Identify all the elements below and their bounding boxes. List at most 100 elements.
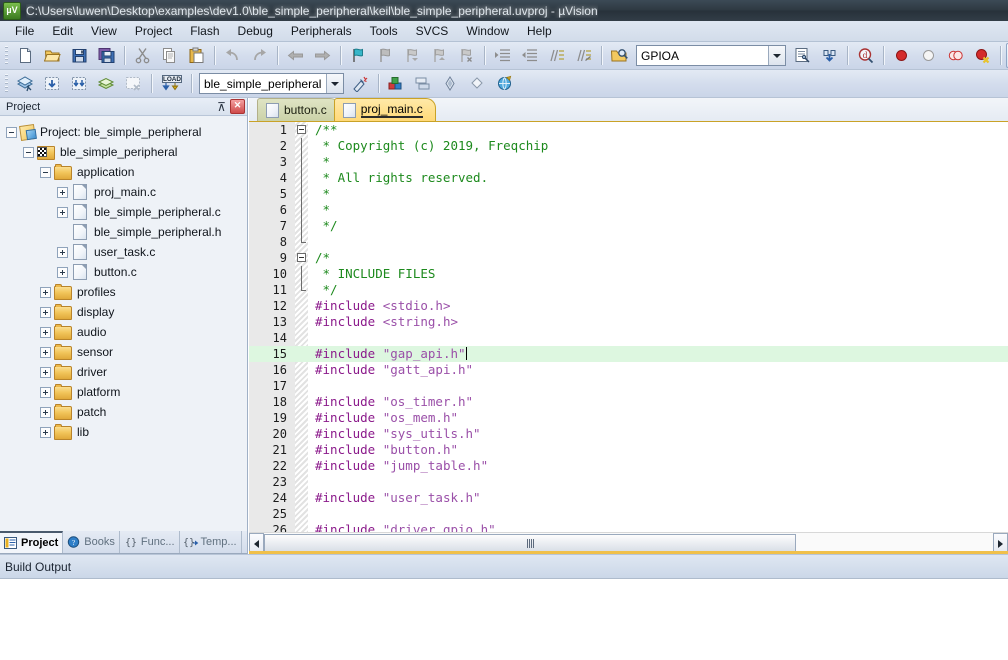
navigate-back-icon[interactable] — [283, 43, 308, 68]
code-line[interactable]: 16 #include "gatt_api.h" — [249, 362, 1008, 378]
components-icon[interactable] — [438, 71, 463, 96]
code-line[interactable]: 8 — [249, 234, 1008, 250]
uncomment-icon[interactable] — [571, 43, 596, 68]
tree-expander-plus-icon[interactable] — [57, 266, 68, 278]
tree-item-display[interactable]: display — [0, 302, 247, 322]
code-line[interactable]: 25 — [249, 506, 1008, 522]
tree-item-driver[interactable]: driver — [0, 362, 247, 382]
menu-item-debug[interactable]: Debug — [229, 22, 282, 40]
code-line[interactable]: 9 /* — [249, 250, 1008, 266]
find-icon[interactable]: d — [853, 43, 878, 68]
code-line[interactable]: 3 * — [249, 154, 1008, 170]
fold-collapse-icon[interactable] — [297, 125, 306, 134]
tree-item-ble-simple-peripheral-c[interactable]: ble_simple_peripheral.c — [0, 202, 247, 222]
code-line[interactable]: 24 #include "user_task.h" — [249, 490, 1008, 506]
code-editor[interactable]: 1/** 2 * Copyright (c) 2019, Freqchip 3 * 4… — [249, 122, 1008, 532]
menu-item-peripherals[interactable]: Peripherals — [282, 22, 361, 40]
tree-item-project-ble-simple-peripheral[interactable]: Project: ble_simple_peripheral — [0, 122, 247, 142]
code-line[interactable]: 1 /** — [249, 122, 1008, 138]
code-line[interactable]: 26 #include "driver_gpio.h" — [249, 522, 1008, 532]
manage-run-time-env-icon[interactable] — [492, 71, 517, 96]
code-line[interactable]: 19 #include "os_mem.h" — [249, 410, 1008, 426]
goto-definition-icon[interactable] — [817, 43, 842, 68]
pack-installer-icon[interactable] — [465, 71, 490, 96]
tree-item-patch[interactable]: patch — [0, 402, 247, 422]
copy-icon[interactable] — [157, 43, 182, 68]
tree-item-proj-main-c[interactable]: proj_main.c — [0, 182, 247, 202]
code-line[interactable]: 2 * Copyright (c) 2019, Freqchip — [249, 138, 1008, 154]
tree-expander-plus-icon[interactable] — [40, 366, 51, 378]
code-line[interactable]: 5 * — [249, 186, 1008, 202]
menu-item-view[interactable]: View — [82, 22, 126, 40]
tree-item-lib[interactable]: lib — [0, 422, 247, 442]
toolbar-grip[interactable] — [2, 45, 10, 66]
paste-icon[interactable] — [184, 43, 209, 68]
search-combo[interactable]: GPIOA — [636, 45, 786, 66]
comment-icon[interactable] — [544, 43, 569, 68]
enable-breakpoint-icon[interactable] — [916, 43, 941, 68]
panel-tab-project[interactable]: Project — [0, 531, 64, 553]
stop-build-icon[interactable] — [121, 71, 146, 96]
save-all-icon[interactable] — [94, 43, 119, 68]
tree-expander-plus-icon[interactable] — [40, 346, 51, 358]
build-output-body[interactable] — [0, 579, 1008, 659]
redo-icon[interactable] — [247, 43, 272, 68]
clear-bookmarks-icon[interactable] — [373, 43, 398, 68]
tree-item-sensor[interactable]: sensor — [0, 342, 247, 362]
configure-source-browser-icon[interactable] — [790, 43, 815, 68]
target-combo[interactable]: ble_simple_peripheral — [199, 73, 344, 94]
tree-expander-minus-icon[interactable] — [23, 146, 34, 158]
navigate-forward-icon[interactable] — [310, 43, 335, 68]
code-line[interactable]: 20 #include "sys_utils.h" — [249, 426, 1008, 442]
code-line[interactable]: 14 — [249, 330, 1008, 346]
fold-collapse-icon[interactable] — [297, 253, 306, 262]
batch-build-icon[interactable] — [94, 71, 119, 96]
menu-item-edit[interactable]: Edit — [43, 22, 82, 40]
tree-item-platform[interactable]: platform — [0, 382, 247, 402]
code-line[interactable]: 11 */ — [249, 282, 1008, 298]
tree-item-application[interactable]: application — [0, 162, 247, 182]
menu-item-flash[interactable]: Flash — [181, 22, 228, 40]
panel-tab-books[interactable]: ? Books — [63, 531, 120, 553]
menu-item-help[interactable]: Help — [518, 22, 561, 40]
menu-item-svcs[interactable]: SVCS — [407, 22, 458, 40]
remove-bookmark-icon[interactable] — [454, 43, 479, 68]
tree-expander-plus-icon[interactable] — [40, 306, 51, 318]
tree-item-ble-simple-peripheral[interactable]: ble_simple_peripheral — [0, 142, 247, 162]
tree-expander-minus-icon[interactable] — [6, 126, 17, 138]
tree-expander-plus-icon[interactable] — [40, 406, 51, 418]
tree-expander-plus-icon[interactable] — [57, 186, 68, 198]
tree-expander-plus-icon[interactable] — [40, 426, 51, 438]
code-line[interactable]: 15 #include "gap_api.h" — [249, 346, 1008, 362]
disable-all-breakpoints-icon[interactable] — [943, 43, 968, 68]
editor-tab-button-c[interactable]: button.c — [257, 98, 340, 121]
save-icon[interactable] — [67, 43, 92, 68]
code-line[interactable]: 7 */ — [249, 218, 1008, 234]
tree-expander-plus-icon[interactable] — [40, 286, 51, 298]
code-line[interactable]: 13 #include <string.h> — [249, 314, 1008, 330]
translate-icon[interactable] — [13, 71, 38, 96]
toggle-bookmark-icon[interactable] — [346, 43, 371, 68]
tree-item-button-c[interactable]: button.c — [0, 262, 247, 282]
manage-multi-project-icon[interactable] — [411, 71, 436, 96]
code-line[interactable]: 10 * INCLUDE FILES — [249, 266, 1008, 282]
menu-item-tools[interactable]: Tools — [361, 22, 407, 40]
tree-expander-plus-icon[interactable] — [57, 246, 68, 258]
tree-expander-plus-icon[interactable] — [40, 326, 51, 338]
target-combo-value[interactable]: ble_simple_peripheral — [200, 74, 326, 93]
find-in-files-icon[interactable] — [607, 43, 632, 68]
new-file-icon[interactable] — [13, 43, 38, 68]
insert-breakpoint-icon[interactable] — [889, 43, 914, 68]
rebuild-icon[interactable] — [67, 71, 92, 96]
undo-icon[interactable] — [220, 43, 245, 68]
outdent-icon[interactable] — [517, 43, 542, 68]
pin-icon[interactable]: ⊼ — [214, 99, 229, 114]
tree-expander-minus-icon[interactable] — [40, 166, 51, 178]
tree-item-profiles[interactable]: profiles — [0, 282, 247, 302]
open-file-icon[interactable] — [40, 43, 65, 68]
toolbar-grip[interactable] — [2, 73, 10, 94]
target-options-icon[interactable] — [348, 71, 373, 96]
menu-item-project[interactable]: Project — [126, 22, 181, 40]
search-combo-arrow[interactable] — [768, 46, 785, 65]
next-bookmark-icon[interactable] — [427, 43, 452, 68]
